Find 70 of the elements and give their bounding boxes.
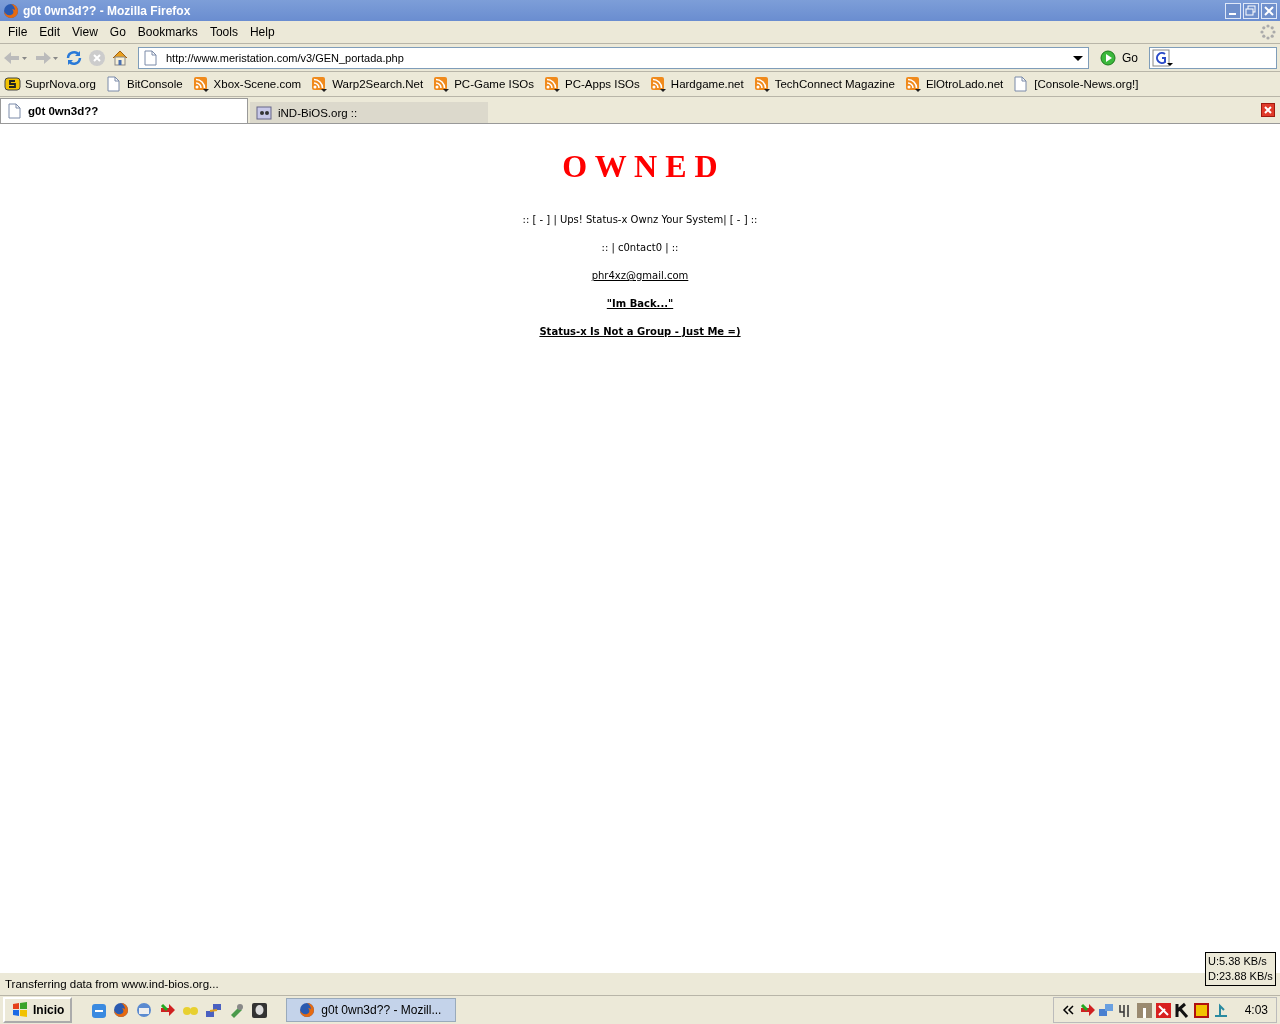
page-link[interactable]: Status-x Is Not a Group - Just Me =) [539,325,741,339]
bookmark[interactable]: Warp2Search.Net [311,75,424,93]
bookmark[interactable]: Hardgame.net [649,75,744,93]
site-icon [256,104,272,121]
arrows-icon[interactable] [159,1001,177,1019]
firefox-icon[interactable] [113,1001,131,1019]
go-button[interactable]: Go [1094,49,1144,66]
feed-icon [192,75,210,93]
page-icon [143,49,158,66]
menu-item[interactable]: View [68,25,106,39]
home-icon[interactable] [111,48,129,67]
close-button[interactable] [1261,2,1277,19]
page-icon [105,75,123,93]
feed-icon [311,75,329,93]
page-link[interactable]: phr4xz@gmail.com [591,269,689,283]
network-icon[interactable] [1097,1001,1115,1019]
page-link[interactable]: "Im Back..." [606,297,674,311]
minimize-button[interactable] [1225,2,1241,19]
tab[interactable]: iND-BiOS.org :: [250,102,488,123]
menu-item[interactable]: Tools [205,25,246,39]
page-icon [7,103,22,119]
firefox-icon [299,1002,316,1018]
page-heading: O W N E D [562,148,718,185]
start-button[interactable]: Inicio [3,997,73,1023]
restore-button[interactable] [1243,2,1259,19]
window-title: g0t 0wn3d?? - Mozilla Firefox [23,3,192,18]
bookmark[interactable]: PC-Game ISOs [433,75,535,93]
feed-icon [649,75,667,93]
mail-icon[interactable] [136,1001,154,1019]
upload-speed: U:5.38 KB/s [1208,954,1268,969]
network-icon[interactable] [205,1001,223,1019]
tab[interactable]: g0t 0wn3d?? [0,98,248,123]
download-speed: D:23.88 KB/s [1208,969,1273,984]
menu-item[interactable]: Bookmarks [133,25,206,39]
bookmark[interactable]: Xbox-Scene.com [192,75,302,93]
feed-icon [433,75,451,93]
arrows-icon[interactable] [1078,1001,1096,1019]
address-field[interactable]: http://www.meristation.com/v3/GEN_portada.php [138,46,1089,69]
menu-item[interactable]: Help [245,25,283,39]
alien-icon[interactable] [251,1001,269,1019]
throbber-icon [1260,24,1276,40]
taskbar-button[interactable]: g0t 0wn3d?? - Mozill... [286,998,457,1022]
windows-logo-icon [11,1001,29,1019]
bookmark[interactable]: BitConsole [105,75,183,93]
page-text: :: [ - ] | Ups! Status-x Ownz Your System| [ - ] :: [522,213,758,227]
reload-icon[interactable] [65,48,83,67]
firefox-icon [3,2,19,19]
search-engine-icon[interactable] [1152,48,1174,67]
browser-icon[interactable] [90,1001,108,1019]
bookmark[interactable]: PC-Apps ISOs [544,75,640,93]
bookmark[interactable]: TechConnect Magazine [753,75,895,93]
feed-icon [753,75,771,93]
clock: 4:03 [1244,1003,1268,1017]
ftp-icon[interactable] [1192,1001,1210,1019]
bookmark[interactable]: SuprNova.org [4,75,96,93]
status-text: Transferring data from www.ind-bios.org... [5,978,219,990]
feed-icon [544,75,562,93]
bookmark[interactable]: [Console-News.org!] [1013,75,1139,93]
logo-icon [4,75,21,93]
antivirus-icon[interactable] [1154,1001,1172,1019]
menu-item[interactable]: Go [105,25,134,39]
bookmark[interactable]: ElOtroLado.net [904,75,1004,93]
menu-item[interactable]: File [4,25,36,39]
go-icon [1100,49,1116,66]
page-text: :: | c0ntact0 | :: [601,241,679,255]
close-tab-icon[interactable] [1261,103,1275,117]
menu-item[interactable]: Edit [35,25,69,39]
letter-k-icon[interactable] [1173,1001,1191,1019]
feed-icon [904,75,922,93]
search-field[interactable] [1149,46,1277,69]
